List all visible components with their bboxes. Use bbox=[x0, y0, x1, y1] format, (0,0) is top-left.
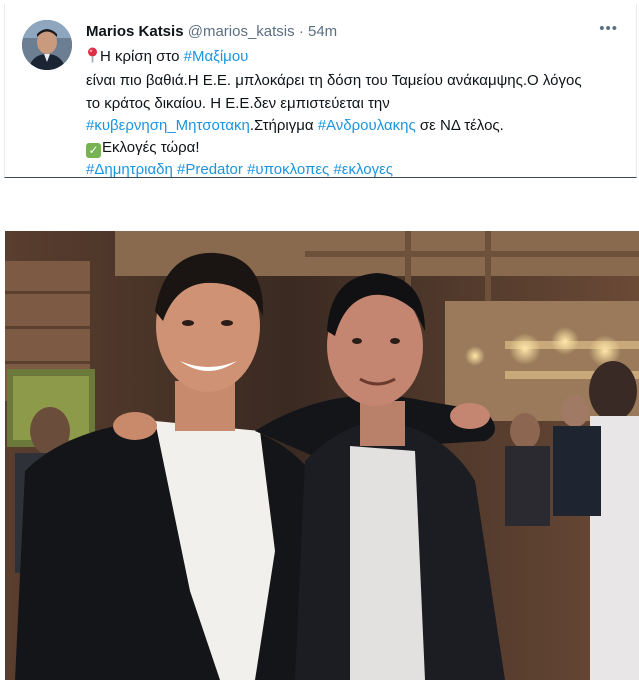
tweet-line: ✓ Εκλογές τώρα! bbox=[86, 137, 634, 159]
more-horizontal-icon[interactable]: ••• bbox=[599, 20, 618, 37]
tweet-line-text: είναι πιο βαθιά.Η Ε.Ε. μπλοκάρει τη δόση… bbox=[86, 72, 582, 90]
author-handle[interactable]: @marios_katsis bbox=[188, 23, 295, 40]
header-separator: · bbox=[298, 23, 304, 40]
tweet-line-text: Εκλογές τώρα! bbox=[102, 139, 200, 157]
tweet-line: είναι πιο βαθιά.Η Ε.Ε. μπλοκάρει τη δόση… bbox=[86, 70, 634, 92]
tweet-line-text: το κράτος δικαίου. Η Ε.Ε.δεν εμπιστεύετα… bbox=[86, 94, 390, 112]
tweet-text: Η κρίση στο #Μαξίμου είναι πιο βαθιά.Η Ε… bbox=[86, 46, 634, 182]
hashtag-link[interactable]: #Predator bbox=[177, 161, 243, 178]
tweet-line: το κράτος δικαίου. Η Ε.Ε.δεν εμπιστεύετα… bbox=[86, 93, 634, 115]
tweet-line: Η κρίση στο #Μαξίμου bbox=[86, 46, 634, 70]
hashtag-link[interactable]: #Μαξίμου bbox=[184, 48, 249, 65]
tweet-line-text: σε ΝΔ τέλος. bbox=[415, 116, 504, 134]
hashtag-link[interactable]: #υποκλοπες bbox=[247, 161, 329, 178]
hashtag-link[interactable]: #Ανδρουλακης bbox=[318, 117, 416, 134]
tweet-header: Marios Katsis @marios_katsis · 54m bbox=[86, 23, 337, 40]
tweet-line-text: .Στήριγμα bbox=[249, 116, 318, 134]
avatar[interactable] bbox=[22, 20, 72, 70]
hashtag-link[interactable]: #Δημητριαδη bbox=[86, 161, 173, 178]
author-name[interactable]: Marios Katsis bbox=[86, 23, 184, 40]
tweet-time[interactable]: 54m bbox=[308, 23, 337, 40]
tweet-line-text: Η κρίση στο bbox=[100, 48, 184, 65]
tweet-photo[interactable] bbox=[5, 231, 639, 680]
hashtag-link[interactable]: #κυβερνηση_Μητσοτακη bbox=[86, 117, 250, 134]
tweet-card[interactable]: Marios Katsis @marios_katsis · 54m ••• Η… bbox=[4, 4, 637, 178]
tweet-line: #Δημητριαδη #Predator #υποκλοπες #εκλογε… bbox=[86, 159, 634, 181]
hashtag-link[interactable]: #εκλογες bbox=[333, 161, 393, 178]
check-mark-button-icon: ✓ bbox=[86, 143, 101, 159]
tweet-line: #κυβερνηση_Μητσοτακη.Στήριγμα #Ανδρουλακ… bbox=[86, 115, 634, 137]
round-pushpin-icon bbox=[86, 47, 100, 70]
